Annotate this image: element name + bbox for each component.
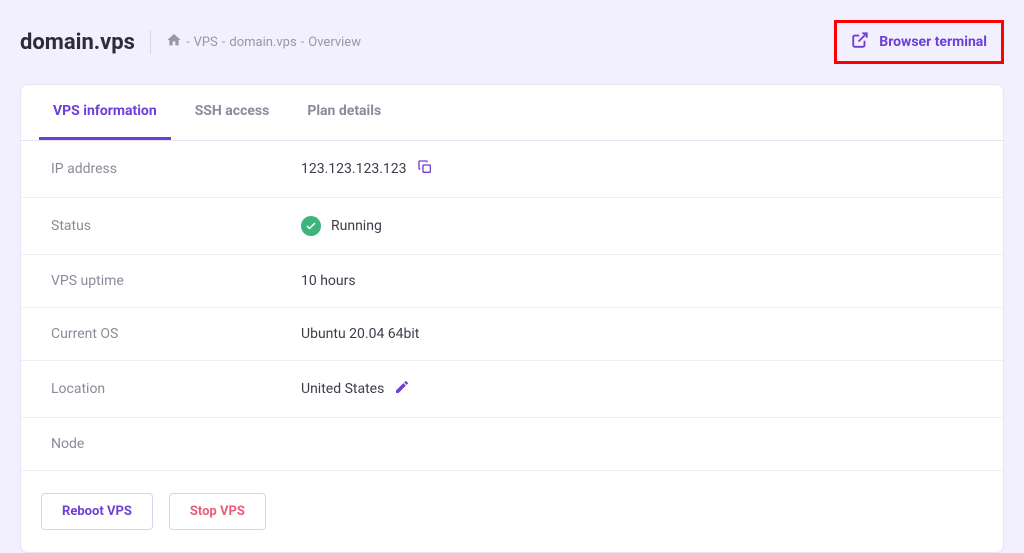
info-value: 10 hours bbox=[301, 273, 356, 289]
info-value: United States bbox=[301, 379, 410, 399]
info-value: Ubuntu 20.04 64bit bbox=[301, 326, 419, 342]
os-value: Ubuntu 20.04 64bit bbox=[301, 326, 419, 342]
browser-terminal-button[interactable]: Browser terminal bbox=[834, 20, 1004, 64]
copy-icon[interactable] bbox=[417, 159, 433, 179]
page-title: domain.vps bbox=[20, 30, 135, 55]
reboot-button[interactable]: Reboot VPS bbox=[41, 493, 153, 530]
location-value: United States bbox=[301, 381, 384, 397]
status-value: Running bbox=[331, 218, 382, 234]
info-label: Current OS bbox=[51, 326, 301, 342]
breadcrumb-sep: - bbox=[222, 35, 226, 50]
vps-card: VPS information SSH access Plan details … bbox=[20, 84, 1004, 553]
page-header: domain.vps - VPS - domain.vps - Overview… bbox=[20, 20, 1004, 64]
stop-button[interactable]: Stop VPS bbox=[169, 493, 266, 530]
edit-icon[interactable] bbox=[394, 379, 410, 399]
breadcrumb-item: Overview bbox=[308, 35, 361, 50]
home-icon bbox=[166, 32, 182, 52]
info-row-uptime: VPS uptime 10 hours bbox=[21, 255, 1003, 308]
info-row-location: Location United States bbox=[21, 361, 1003, 418]
info-row-status: Status Running bbox=[21, 198, 1003, 255]
info-label: IP address bbox=[51, 161, 301, 177]
info-label: Node bbox=[51, 436, 301, 452]
breadcrumb-sep: - bbox=[186, 35, 190, 50]
uptime-value: 10 hours bbox=[301, 273, 356, 289]
tab-plan-details[interactable]: Plan details bbox=[293, 85, 395, 140]
info-row-node: Node bbox=[21, 418, 1003, 471]
breadcrumb-item: VPS bbox=[194, 35, 218, 50]
breadcrumb-sep: - bbox=[301, 35, 305, 50]
footer-actions: Reboot VPS Stop VPS bbox=[21, 471, 1003, 552]
info-label: VPS uptime bbox=[51, 273, 301, 289]
info-value: 123.123.123.123 bbox=[301, 159, 433, 179]
tab-vps-information[interactable]: VPS information bbox=[39, 85, 171, 140]
browser-terminal-label: Browser terminal bbox=[879, 34, 987, 50]
tabs: VPS information SSH access Plan details bbox=[21, 85, 1003, 141]
divider bbox=[150, 30, 151, 54]
check-circle-icon bbox=[301, 216, 321, 236]
info-label: Location bbox=[51, 381, 301, 397]
breadcrumb-item: domain.vps bbox=[229, 35, 296, 50]
info-row-os: Current OS Ubuntu 20.04 64bit bbox=[21, 308, 1003, 361]
breadcrumb[interactable]: - VPS - domain.vps - Overview bbox=[166, 32, 361, 52]
info-value: Running bbox=[301, 216, 382, 236]
info-row-ip: IP address 123.123.123.123 bbox=[21, 141, 1003, 198]
ip-value: 123.123.123.123 bbox=[301, 161, 407, 177]
tab-ssh-access[interactable]: SSH access bbox=[181, 85, 284, 140]
header-left: domain.vps - VPS - domain.vps - Overview bbox=[20, 30, 361, 55]
info-label: Status bbox=[51, 218, 301, 234]
external-link-icon bbox=[851, 31, 869, 53]
